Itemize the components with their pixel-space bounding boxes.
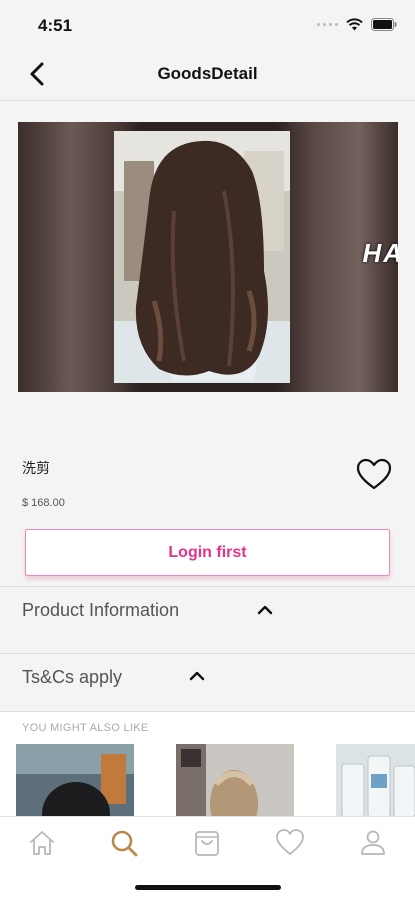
- product-image[interactable]: HA: [18, 122, 398, 392]
- home-indicator: [135, 885, 281, 890]
- hair-photo: [114, 131, 290, 383]
- profile-icon[interactable]: [357, 827, 389, 859]
- nav-bar: GoodsDetail: [0, 48, 415, 101]
- recommendation-thumb[interactable]: [176, 744, 294, 817]
- wifi-icon: [346, 18, 363, 31]
- home-icon[interactable]: [26, 827, 58, 859]
- brand-logo: HA: [362, 238, 398, 268]
- terms-section[interactable]: Ts&Cs apply: [0, 653, 415, 712]
- recommendations-label: YOU MIGHT ALSO LIKE: [22, 722, 149, 734]
- product-price: $ 168.00: [22, 497, 65, 509]
- bag-icon[interactable]: [191, 827, 223, 859]
- favorite-heart-icon[interactable]: [355, 457, 393, 491]
- search-icon[interactable]: [108, 827, 140, 859]
- recommendation-thumb[interactable]: [16, 744, 134, 817]
- status-time: 4:51: [38, 16, 73, 35]
- chevron-up-icon[interactable]: [189, 670, 205, 682]
- heart-icon[interactable]: [274, 827, 306, 859]
- recommendation-thumb[interactable]: [336, 744, 415, 817]
- status-icons: [317, 18, 397, 31]
- status-bar: 4:51: [0, 0, 415, 48]
- section-title: Ts&Cs apply: [22, 667, 123, 687]
- section-title: Product Information: [22, 600, 180, 620]
- battery-icon: [371, 18, 397, 31]
- login-first-button[interactable]: Login first: [25, 529, 390, 576]
- product-information-section[interactable]: Product Information: [0, 586, 415, 654]
- chevron-up-icon[interactable]: [257, 604, 273, 616]
- product-name: 洗剪: [22, 460, 50, 476]
- page-title: GoodsDetail: [157, 64, 258, 83]
- signal-icon: [317, 23, 338, 26]
